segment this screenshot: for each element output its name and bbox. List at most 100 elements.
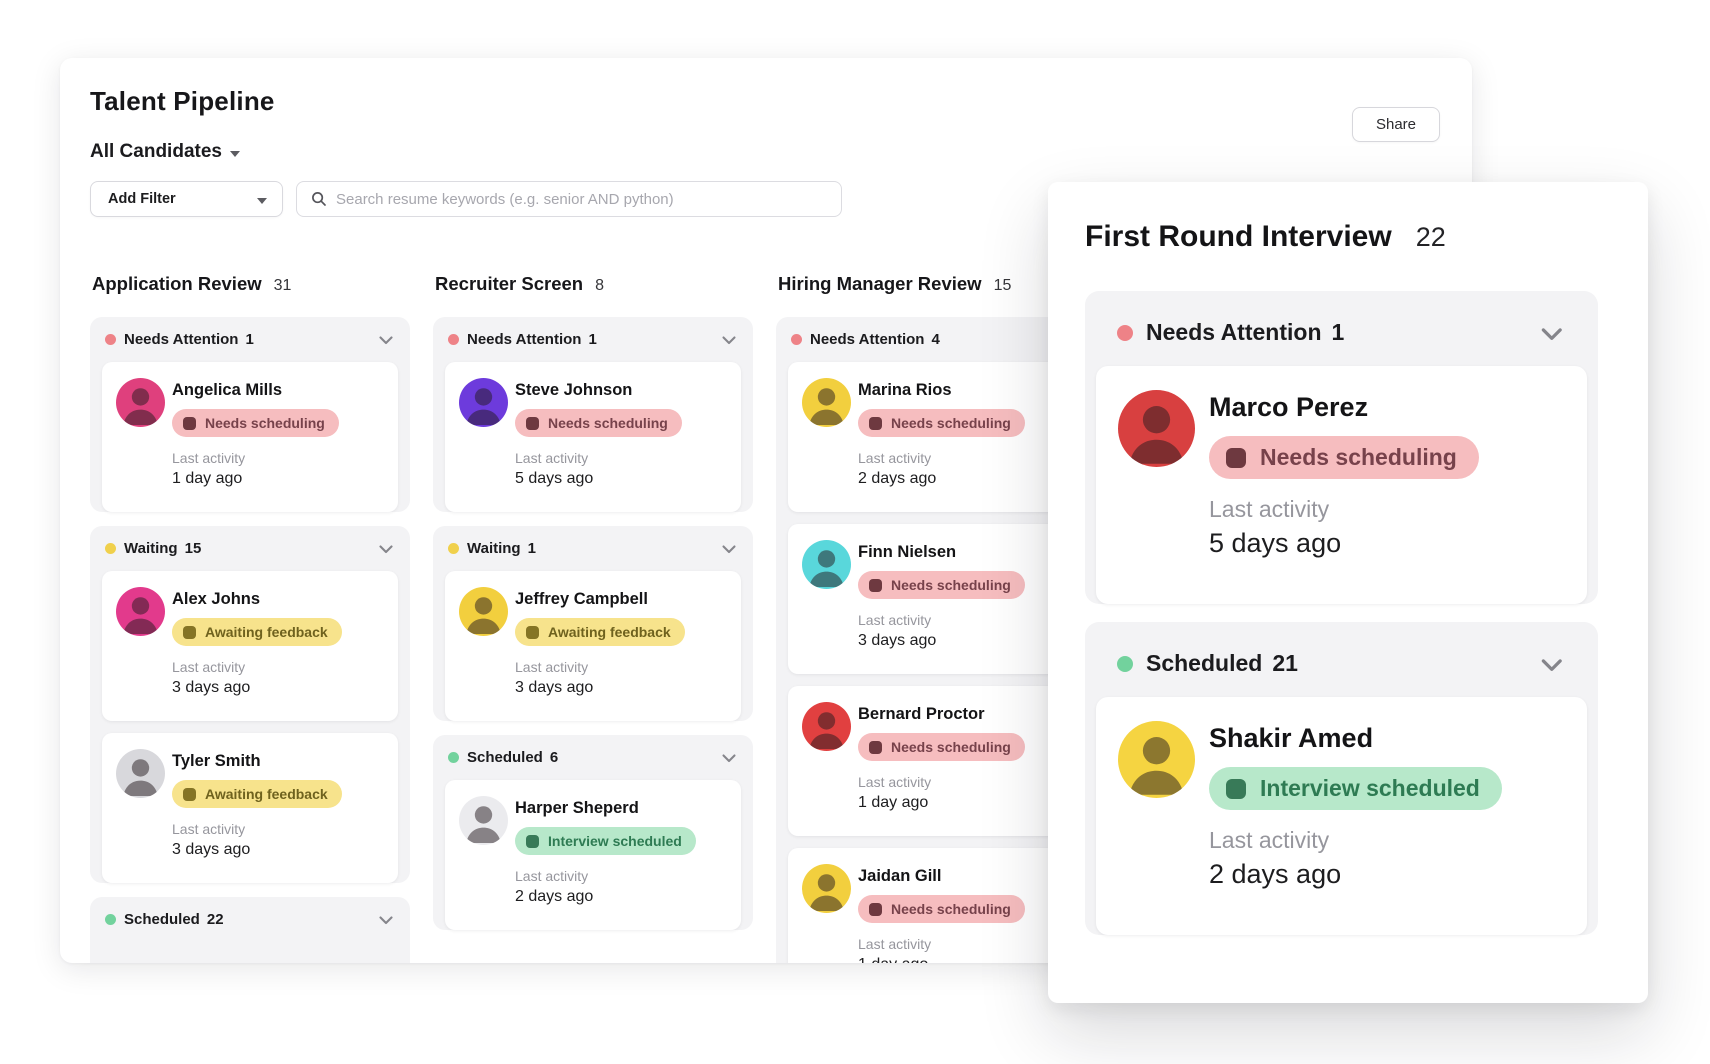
badge-square-icon — [869, 417, 882, 430]
search-input[interactable] — [336, 191, 827, 208]
candidate-card[interactable]: Steve Johnson Needs scheduling Last acti… — [445, 362, 741, 512]
badge-square-icon — [869, 741, 882, 754]
candidate-card[interactable]: Alex Johns Awaiting feedback Last activi… — [102, 571, 398, 721]
add-filter-dropdown[interactable]: Add Filter — [90, 181, 283, 217]
column-application-review: Application Review 31 Needs Attention 1 — [90, 273, 410, 963]
status-badge-label: Needs scheduling — [891, 415, 1011, 431]
status-badge: Interview scheduled — [1209, 767, 1502, 810]
card-body: Shakir Amed Interview scheduled Last act… — [1209, 721, 1563, 915]
section-header[interactable]: Needs Attention 1 — [433, 317, 753, 362]
badge-square-icon — [869, 579, 882, 592]
candidate-name: Steve Johnson — [515, 379, 727, 401]
card-body: Tyler Smith Awaiting feedback Last activ… — [172, 749, 384, 869]
card-body: Jeffrey Campbell Awaiting feedback Last … — [515, 587, 727, 707]
last-activity-value: 1 day ago — [858, 955, 1070, 963]
badge-square-icon — [1226, 779, 1246, 799]
candidate-card[interactable]: Marina Rios Needs scheduling Last activi… — [788, 362, 1084, 512]
last-activity-value: 3 days ago — [172, 678, 384, 698]
section-header[interactable]: Scheduled 6 — [433, 735, 753, 780]
chevron-down-icon[interactable] — [377, 540, 394, 557]
chevron-down-icon[interactable] — [720, 331, 737, 348]
card-body: Finn Nielsen Needs scheduling Last activ… — [858, 540, 1070, 660]
section-label: Needs Attention — [1146, 319, 1322, 346]
candidate-card[interactable]: Tyler Smith Awaiting feedback Last activ… — [102, 733, 398, 883]
chevron-down-icon[interactable] — [720, 749, 737, 766]
column-recruiter-screen: Recruiter Screen 8 Needs Attention 1 — [433, 273, 753, 963]
status-dot — [448, 752, 459, 763]
person-icon — [116, 378, 165, 427]
status-badge: Needs scheduling — [858, 733, 1025, 761]
section-scheduled: Scheduled 6 Harper Sheperd Interview — [433, 735, 753, 930]
section-header[interactable]: Waiting 15 — [90, 526, 410, 571]
chevron-down-icon[interactable] — [377, 911, 394, 928]
section-count: 1 — [1332, 319, 1345, 346]
last-activity-label: Last activity — [515, 660, 727, 675]
page: Talent Pipeline Share All Candidates Add… — [0, 0, 1710, 1064]
section-waiting: Waiting 15 Alex Johns Awaiting feedba — [90, 526, 410, 883]
avatar — [802, 702, 851, 751]
section-header[interactable]: Scheduled 21 — [1085, 622, 1598, 697]
candidate-card[interactable]: Shakir Amed Interview scheduled Last act… — [1096, 697, 1587, 935]
status-badge-label: Interview scheduled — [1260, 775, 1480, 802]
column-title: Recruiter Screen 8 — [435, 273, 753, 297]
chevron-down-icon[interactable] — [1538, 651, 1564, 677]
status-badge: Awaiting feedback — [515, 618, 685, 646]
search-bar[interactable] — [296, 181, 842, 217]
candidate-card[interactable]: Bernard Proctor Needs scheduling Last ac… — [788, 686, 1084, 836]
section-header[interactable]: Scheduled 22 — [90, 897, 410, 942]
last-activity-label: Last activity — [172, 822, 384, 837]
last-activity-label: Last activity — [1209, 497, 1563, 522]
section-scheduled: Scheduled 21 Shakir Amed Interview sched… — [1085, 622, 1598, 935]
section-waiting: Waiting 1 Jeffrey Campbell Awaiting f — [433, 526, 753, 721]
section-header[interactable]: Waiting 1 — [433, 526, 753, 571]
person-icon — [1118, 721, 1195, 798]
share-button[interactable]: Share — [1352, 107, 1440, 142]
chevron-down-icon[interactable] — [720, 540, 737, 557]
candidate-name: Bernard Proctor — [858, 703, 1070, 725]
card-body: Alex Johns Awaiting feedback Last activi… — [172, 587, 384, 707]
candidate-card[interactable]: Marco Perez Needs scheduling Last activi… — [1096, 366, 1587, 604]
candidate-name: Angelica Mills — [172, 379, 384, 401]
section-header[interactable]: Needs Attention 1 — [90, 317, 410, 362]
person-icon — [459, 587, 508, 636]
candidate-name: Marina Rios — [858, 379, 1070, 401]
avatar — [802, 540, 851, 589]
card-body: Harper Sheperd Interview scheduled Last … — [515, 796, 727, 916]
overlay-title: First Round Interview — [1085, 220, 1392, 254]
section-header[interactable]: Needs Attention 1 — [1085, 291, 1598, 366]
badge-square-icon — [183, 417, 196, 430]
section-label: Waiting — [467, 540, 521, 557]
chevron-down-icon[interactable] — [377, 331, 394, 348]
column-count: 31 — [274, 277, 292, 295]
column-title-label: Recruiter Screen — [435, 273, 583, 295]
last-activity-label: Last activity — [172, 451, 384, 466]
last-activity-label: Last activity — [858, 937, 1070, 952]
candidate-card[interactable]: Jeffrey Campbell Awaiting feedback Last … — [445, 571, 741, 721]
section-label: Scheduled — [124, 911, 200, 928]
status-dot — [448, 543, 459, 554]
card-body: Angelica Mills Needs scheduling Last act… — [172, 378, 384, 498]
candidate-card[interactable]: Harper Sheperd Interview scheduled Last … — [445, 780, 741, 930]
candidate-card[interactable]: Jaidan Gill Needs scheduling Last activi… — [788, 848, 1084, 963]
candidate-name: Jeffrey Campbell — [515, 588, 727, 610]
status-badge: Interview scheduled — [515, 827, 696, 855]
status-badge-label: Needs scheduling — [205, 415, 325, 431]
chevron-down-icon[interactable] — [1538, 320, 1564, 346]
person-icon — [802, 540, 851, 589]
badge-square-icon — [869, 903, 882, 916]
candidate-name: Harper Sheperd — [515, 797, 727, 819]
search-icon — [311, 191, 327, 207]
status-badge-label: Needs scheduling — [1260, 444, 1457, 471]
candidate-card[interactable]: Angelica Mills Needs scheduling Last act… — [102, 362, 398, 512]
status-dot — [105, 334, 116, 345]
candidate-name: Marco Perez — [1209, 391, 1563, 424]
status-badge-label: Needs scheduling — [548, 415, 668, 431]
section-needs-attention: Needs Attention 1 Steve Johnson Needs — [433, 317, 753, 512]
view-selector[interactable]: All Candidates — [90, 141, 240, 163]
avatar — [116, 749, 165, 798]
candidate-card[interactable]: Finn Nielsen Needs scheduling Last activ… — [788, 524, 1084, 674]
first-round-interview-panel: First Round Interview 22 Needs Attention… — [1048, 182, 1648, 1003]
status-dot — [1117, 325, 1133, 341]
status-dot — [791, 334, 802, 345]
last-activity-value: 2 days ago — [515, 887, 727, 907]
